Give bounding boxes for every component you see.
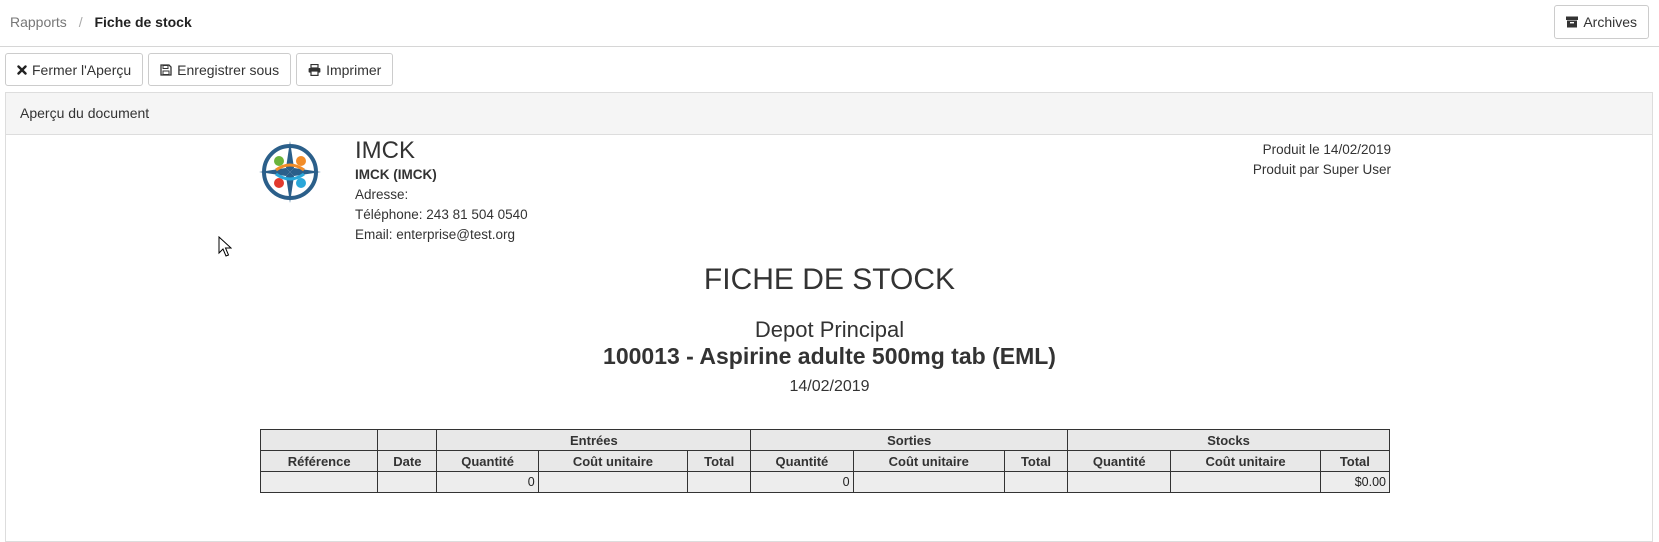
col-sorties-cout-unitaire: Coût unitaire: [852, 450, 1005, 472]
col-entrees-total: Total: [687, 450, 752, 472]
breadcrumb: Rapports / Fiche de stock: [10, 14, 192, 30]
product-name: 100013 - Aspirine adulte 500mg tab (EML): [603, 343, 1056, 369]
cell-entrees-quantite: 0: [436, 471, 539, 493]
cell-sorties-total: [1003, 471, 1069, 493]
cell-stocks-total: $0.00: [1319, 471, 1391, 493]
company-email: Email: enterprise@test.org: [355, 227, 516, 242]
group-sorties: Sorties: [750, 429, 1069, 451]
col-entrees-cout-unitaire: Coût unitaire: [537, 450, 689, 472]
col-stocks-quantite: Quantité: [1067, 450, 1172, 472]
cell-stocks-cout-unitaire: [1170, 471, 1321, 493]
archive-icon: [1566, 16, 1579, 28]
col-entrees-quantite: Quantité: [436, 450, 539, 472]
table-row: 0 0 $0.00: [259, 471, 1391, 493]
print-label: Imprimer: [326, 61, 382, 78]
cell-stocks-quantite: [1067, 471, 1172, 493]
col-stocks-total: Total: [1319, 450, 1391, 472]
col-stocks-cout-unitaire: Coût unitaire: [1170, 450, 1321, 472]
col-sorties-total: Total: [1003, 450, 1069, 472]
report-date: 14/02/2019: [789, 378, 870, 395]
company-block: IMCK IMCK (IMCK) Adresse: Téléphone: 243…: [355, 137, 528, 245]
table-group-header: Entrées Sorties Stocks: [259, 429, 1390, 451]
produced-by: Produit par Super User: [1252, 162, 1391, 177]
stock-table: Entrées Sorties Stocks Référence Date Qu…: [259, 429, 1391, 493]
breadcrumb-rapports[interactable]: Rapports: [10, 14, 67, 30]
preview-toolbar: Fermer l'Aperçu Enregistrer sous Imprime…: [5, 53, 394, 86]
company-address: Adresse:: [355, 187, 409, 202]
table-column-header: Référence Date Quantité Coût unitaire To…: [259, 450, 1391, 472]
save-as-button[interactable]: Enregistrer sous: [148, 53, 292, 86]
cell-reference: [259, 471, 379, 493]
print-button[interactable]: Imprimer: [296, 53, 394, 86]
breadcrumb-separator: /: [78, 14, 83, 30]
col-sorties-quantite: Quantité: [750, 450, 854, 472]
cell-sorties-cout-unitaire: [852, 471, 1005, 493]
company-name: IMCK: [355, 137, 415, 164]
group-stocks: Stocks: [1067, 429, 1390, 451]
empty-header: [377, 429, 438, 451]
breadcrumb-current: Fiche de stock: [94, 14, 192, 30]
times-icon: [17, 64, 27, 75]
mouse-cursor-icon: [218, 236, 232, 257]
archives-button[interactable]: Archives: [1554, 5, 1649, 39]
col-date: Date: [377, 450, 438, 472]
close-preview-button[interactable]: Fermer l'Aperçu: [5, 53, 144, 86]
group-entrees: Entrées: [436, 429, 752, 451]
panel-heading: Aperçu du document: [6, 93, 1652, 135]
produced-date: Produit le 14/02/2019: [1262, 142, 1391, 157]
report-title: FICHE DE STOCK: [703, 263, 956, 296]
archives-label: Archives: [1583, 14, 1637, 30]
company-phone: Téléphone: 243 81 504 0540: [355, 207, 528, 222]
cell-entrees-total: [687, 471, 752, 493]
top-bar: Rapports / Fiche de stock Archives: [0, 0, 1659, 47]
cell-sorties-quantite: 0: [750, 471, 854, 493]
production-info: Produit le 14/02/2019 Produit par Super …: [1253, 140, 1391, 180]
save-as-label: Enregistrer sous: [177, 61, 280, 78]
depot-name: Depot Principal: [754, 317, 905, 342]
cell-entrees-cout-unitaire: [537, 471, 689, 493]
col-reference: Référence: [259, 450, 379, 472]
floppy-disk-icon: [160, 63, 172, 76]
company-logo: [259, 141, 321, 203]
company-full-name: IMCK (IMCK): [355, 167, 437, 182]
close-preview-label: Fermer l'Aperçu: [32, 61, 132, 78]
cell-date: [377, 471, 438, 493]
empty-header: [259, 429, 379, 451]
printer-icon: [308, 63, 321, 76]
